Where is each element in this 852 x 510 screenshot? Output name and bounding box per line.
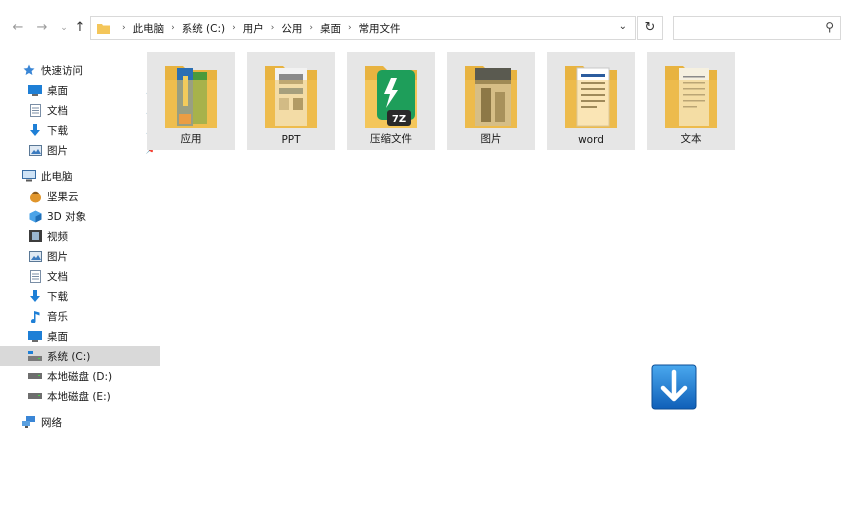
forward-arrow-icon[interactable]: → bbox=[34, 18, 50, 38]
sidebar-item-local-disk-e[interactable]: 本地磁盘 (E:) bbox=[0, 386, 160, 406]
system-drive-icon bbox=[28, 349, 42, 363]
folder-label: 应用 bbox=[180, 133, 202, 145]
sidebar-item-videos[interactable]: 视频 bbox=[0, 226, 160, 246]
recent-locations-chevron-icon[interactable]: ⌄ bbox=[56, 18, 72, 38]
folder-label: PPT bbox=[281, 134, 301, 146]
address-toolbar: ← → ⌄ ↑ › 此电脑 › 系统 (C:) › 用户 › 公用 › 桌面 ›… bbox=[0, 0, 852, 54]
document-icon bbox=[28, 103, 42, 117]
sidebar-item-desktop-pc[interactable]: 桌面 bbox=[0, 326, 160, 346]
nutstore-icon bbox=[28, 189, 42, 203]
back-arrow-icon[interactable]: ← bbox=[10, 18, 26, 38]
computer-icon bbox=[22, 169, 36, 183]
folder-icon bbox=[265, 66, 317, 128]
network-icon bbox=[22, 415, 36, 429]
sidebar-item-documents[interactable]: 文档 📌 bbox=[0, 100, 160, 120]
sidebar-item-local-disk-d[interactable]: 本地磁盘 (D:) bbox=[0, 366, 160, 386]
desktop-icon bbox=[28, 83, 42, 97]
sidebar-item-label: 本地磁盘 (E:) bbox=[47, 390, 111, 403]
search-input[interactable]: ⚲ bbox=[673, 16, 841, 40]
sidebar-item-label: 图片 bbox=[47, 250, 68, 263]
sidebar-item-music[interactable]: 音乐 bbox=[0, 306, 160, 326]
breadcrumb-item[interactable]: 常用文件 bbox=[359, 21, 401, 36]
sidebar-item-label: 视频 bbox=[47, 230, 68, 243]
sidebar-item-label: 图片 bbox=[47, 144, 68, 157]
folder-icon: 7Z bbox=[365, 66, 417, 128]
search-icon: ⚲ bbox=[825, 20, 834, 34]
breadcrumb-item[interactable]: 用户 bbox=[243, 21, 264, 36]
sidebar-item-label: 网络 bbox=[41, 416, 62, 429]
folder-icon bbox=[565, 66, 617, 128]
archive-badge-text: 7Z bbox=[392, 114, 406, 125]
up-arrow-icon[interactable]: ↑ bbox=[72, 18, 88, 38]
download-icon[interactable] bbox=[651, 364, 697, 410]
breadcrumb-separator-icon[interactable]: › bbox=[348, 23, 352, 33]
folder-icon bbox=[97, 24, 110, 34]
sidebar-item-documents-pc[interactable]: 文档 bbox=[0, 266, 160, 286]
breadcrumb-item[interactable]: 公用 bbox=[281, 21, 302, 36]
folder-tile-ppt[interactable]: PPT bbox=[247, 52, 335, 150]
sidebar-item-label: 下载 bbox=[47, 290, 68, 303]
sidebar-item-desktop[interactable]: 桌面 📌 bbox=[0, 80, 160, 100]
breadcrumb-separator-icon: › bbox=[122, 23, 126, 33]
sidebar-item-label: 快速访问 bbox=[41, 64, 83, 77]
sidebar-item-pictures[interactable]: 图片 📌 bbox=[0, 140, 160, 160]
breadcrumb-item[interactable]: 桌面 bbox=[320, 21, 341, 36]
document-icon bbox=[28, 269, 42, 283]
sidebar-item-nutstore[interactable]: 坚果云 bbox=[0, 186, 160, 206]
folder-label: word bbox=[578, 134, 604, 146]
desktop-icon bbox=[28, 329, 42, 343]
sidebar-item-label: 桌面 bbox=[47, 330, 68, 343]
sidebar-item-3d-objects[interactable]: 3D 对象 bbox=[0, 206, 160, 226]
sidebar-item-label: 文档 bbox=[47, 270, 68, 283]
sidebar-item-label: 坚果云 bbox=[47, 190, 79, 203]
folder-icon bbox=[665, 66, 717, 128]
sidebar-item-label: 音乐 bbox=[47, 310, 68, 323]
sidebar-item-label: 此电脑 bbox=[41, 170, 73, 183]
sidebar-item-network[interactable]: 网络 bbox=[0, 412, 154, 432]
breadcrumb-separator-icon[interactable]: › bbox=[309, 23, 313, 33]
breadcrumb-separator-icon[interactable]: › bbox=[232, 23, 236, 33]
sidebar-item-label: 3D 对象 bbox=[47, 210, 87, 223]
star-icon bbox=[22, 63, 36, 77]
folder-icon bbox=[165, 66, 217, 128]
download-arrow-icon bbox=[28, 289, 42, 303]
address-dropdown-chevron-icon[interactable]: ⌄ bbox=[619, 21, 627, 32]
breadcrumb-item[interactable]: 此电脑 bbox=[133, 21, 165, 36]
folder-label: 图片 bbox=[480, 133, 502, 145]
music-note-icon bbox=[28, 309, 42, 323]
sidebar-item-quick-access[interactable]: 快速访问 bbox=[0, 60, 154, 80]
sidebar-item-label: 文档 bbox=[47, 104, 68, 117]
breadcrumb-separator-icon[interactable]: › bbox=[171, 23, 175, 33]
folder-tile-apps[interactable]: 应用 bbox=[147, 52, 235, 150]
video-icon bbox=[28, 229, 42, 243]
sidebar-item-system-c[interactable]: 系统 (C:) bbox=[0, 346, 160, 366]
sidebar-item-this-pc[interactable]: 此电脑 bbox=[0, 166, 154, 186]
folder-tile-pictures[interactable]: 图片 bbox=[447, 52, 535, 150]
picture-icon bbox=[28, 249, 42, 263]
breadcrumb-separator-icon[interactable]: › bbox=[271, 23, 275, 33]
sidebar-item-pictures-pc[interactable]: 图片 bbox=[0, 246, 160, 266]
drive-icon bbox=[28, 389, 42, 403]
breadcrumb: › 此电脑 › 系统 (C:) › 用户 › 公用 › 桌面 › 常用文件 bbox=[115, 17, 401, 39]
folder-tile-archives[interactable]: 7Z 压缩文件 bbox=[347, 52, 435, 150]
refresh-icon[interactable]: ↻ bbox=[637, 16, 663, 40]
drive-icon bbox=[28, 369, 42, 383]
sidebar-item-label: 下载 bbox=[47, 124, 68, 137]
sidebar-item-downloads[interactable]: 下载 📌 bbox=[0, 120, 160, 140]
navigation-pane: 快速访问 桌面 📌 文档 📌 下载 📌 图片 📌 此电脑 坚果云 3D 对象 视… bbox=[0, 54, 160, 510]
folder-tile-word[interactable]: word bbox=[547, 52, 635, 150]
sidebar-item-label: 系统 (C:) bbox=[47, 350, 91, 363]
folder-label: 文本 bbox=[680, 133, 702, 145]
breadcrumb-item[interactable]: 系统 (C:) bbox=[182, 21, 225, 36]
folder-icon bbox=[465, 66, 517, 128]
sidebar-item-label: 桌面 bbox=[47, 84, 68, 97]
address-bar[interactable]: › 此电脑 › 系统 (C:) › 用户 › 公用 › 桌面 › 常用文件 ⌄ bbox=[90, 16, 636, 40]
folder-label: 压缩文件 bbox=[370, 133, 412, 145]
sidebar-item-label: 本地磁盘 (D:) bbox=[47, 370, 113, 383]
download-arrow-icon bbox=[28, 123, 42, 137]
sidebar-item-downloads-pc[interactable]: 下载 bbox=[0, 286, 160, 306]
folder-tile-text[interactable]: 文本 bbox=[647, 52, 735, 150]
cube-3d-icon bbox=[28, 209, 42, 223]
picture-icon bbox=[28, 143, 42, 157]
